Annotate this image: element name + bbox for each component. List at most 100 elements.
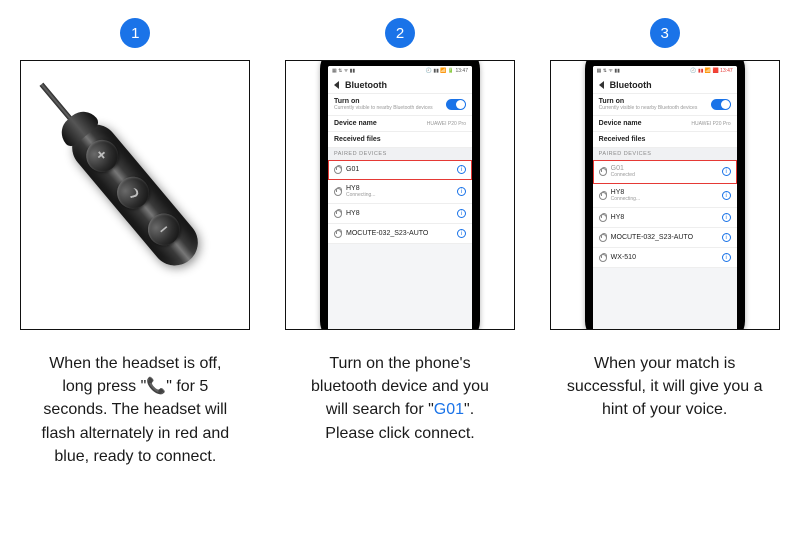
- back-icon[interactable]: [334, 81, 339, 89]
- bluetooth-toggle[interactable]: [446, 99, 466, 110]
- device-row[interactable]: WX-510 i: [593, 248, 737, 268]
- device-name-value: HUAWEI P20 Pro: [427, 121, 466, 127]
- status-right: 🕘 ▮▮ 📶 🟥 13:47: [690, 68, 732, 74]
- device-row[interactable]: G01 i: [328, 160, 472, 180]
- step-3: 3 ▦ ⇅ ᯤ ▮▮ 🕘 ▮▮ 📶 🟥 13:47 Bluetooth: [541, 18, 788, 330]
- device-status: Connected: [611, 172, 718, 178]
- headphones-icon: [599, 214, 607, 222]
- status-bar: ▦ ⇅ ᯤ ▮▮ 🕘 ▮▮ 📶 🔋 13:47: [328, 66, 472, 76]
- info-icon[interactable]: i: [722, 213, 731, 222]
- phone-call-icon: 📞: [146, 378, 166, 395]
- status-left: ▦ ⇅ ᯤ ▮▮: [332, 68, 355, 74]
- device-row[interactable]: HY8 i: [593, 208, 737, 228]
- device-name-row[interactable]: Device name HUAWEI P20 Pro: [328, 116, 472, 132]
- phone-mock-search: ▦ ⇅ ᯤ ▮▮ 🕘 ▮▮ 📶 🔋 13:47 Bluetooth Turn o…: [320, 60, 480, 330]
- info-icon[interactable]: i: [722, 191, 731, 200]
- device-row[interactable]: HY8 i: [328, 204, 472, 224]
- back-icon[interactable]: [599, 81, 604, 89]
- device-list: G01iHY8Connecting...iHY8iMOCUTE-032_S23-…: [328, 160, 472, 244]
- info-icon[interactable]: i: [457, 187, 466, 196]
- turn-on-sub: Currently visible to nearby Bluetooth de…: [334, 105, 433, 111]
- step-badge-2: 2: [385, 18, 415, 48]
- device-name: HY8: [611, 214, 718, 221]
- headphones-icon: [599, 234, 607, 242]
- device-name: HY8Connecting...: [611, 189, 718, 202]
- headphones-icon: [334, 166, 342, 174]
- device-row[interactable]: MOCUTE-032_S23-AUTO i: [328, 224, 472, 244]
- info-icon[interactable]: i: [722, 253, 731, 262]
- received-files-row[interactable]: Received files: [593, 132, 737, 148]
- turn-on-label: Turn on: [599, 98, 698, 105]
- device-name: HY8Connecting...: [346, 185, 453, 198]
- device-name: MOCUTE-032_S23-AUTO: [346, 230, 453, 237]
- device-name: HY8: [346, 210, 453, 217]
- device-name: WX-510: [611, 254, 718, 261]
- device-row[interactable]: G01Connected i: [593, 160, 737, 184]
- device-row[interactable]: HY8Connecting... i: [328, 180, 472, 204]
- bluetooth-toggle[interactable]: [711, 99, 731, 110]
- received-files-label: Received files: [334, 136, 381, 143]
- device-row[interactable]: HY8Connecting... i: [593, 184, 737, 208]
- step-badge-1: 1: [120, 18, 150, 48]
- info-icon[interactable]: i: [722, 233, 731, 242]
- device-status: Connecting...: [611, 196, 718, 202]
- caption-2-highlight: G01: [434, 401, 464, 418]
- turn-on-row[interactable]: Turn on Currently visible to nearby Blue…: [593, 94, 737, 116]
- device-name: G01: [346, 166, 453, 173]
- device-name-value: HUAWEI P20 Pro: [691, 121, 730, 127]
- step-badge-3: 3: [650, 18, 680, 48]
- headphones-icon: [334, 210, 342, 218]
- earpiece: [648, 60, 682, 61]
- device-name: G01Connected: [611, 165, 718, 178]
- device-name-label: Device name: [334, 120, 377, 127]
- device-row[interactable]: MOCUTE-032_S23-AUTO i: [593, 228, 737, 248]
- caption-3: When your match is successful, it will g…: [565, 352, 765, 468]
- headset-remote: + –: [20, 60, 250, 330]
- illustration-3: ▦ ⇅ ᯤ ▮▮ 🕘 ▮▮ 📶 🟥 13:47 Bluetooth Turn o…: [550, 60, 780, 330]
- screen-title: Bluetooth: [345, 80, 387, 90]
- device-name: MOCUTE-032_S23-AUTO: [611, 234, 718, 241]
- screen: ▦ ⇅ ᯤ ▮▮ 🕘 ▮▮ 📶 🟥 13:47 Bluetooth Turn o…: [593, 66, 737, 330]
- phone-mock-connected: ▦ ⇅ ᯤ ▮▮ 🕘 ▮▮ 📶 🟥 13:47 Bluetooth Turn o…: [585, 60, 745, 330]
- headphones-icon: [599, 254, 607, 262]
- illustration-1: + –: [20, 60, 250, 330]
- headphones-icon: [334, 230, 342, 238]
- step-1: 1 + –: [12, 18, 259, 330]
- info-icon[interactable]: i: [722, 167, 731, 176]
- status-left: ▦ ⇅ ᯤ ▮▮: [597, 68, 620, 74]
- headphones-icon: [599, 168, 607, 176]
- title-bar: Bluetooth: [328, 76, 472, 94]
- paired-header: PAIRED DEVICES: [593, 148, 737, 160]
- turn-on-row[interactable]: Turn on Currently visible to nearby Blue…: [328, 94, 472, 116]
- screen: ▦ ⇅ ᯤ ▮▮ 🕘 ▮▮ 📶 🔋 13:47 Bluetooth Turn o…: [328, 66, 472, 330]
- status-bar: ▦ ⇅ ᯤ ▮▮ 🕘 ▮▮ 📶 🟥 13:47: [593, 66, 737, 76]
- captions-row: When the headset is off, long press "📞" …: [0, 330, 800, 468]
- headphones-icon: [334, 188, 342, 196]
- info-icon[interactable]: i: [457, 165, 466, 174]
- device-list: G01ConnectediHY8Connecting...iHY8iMOCUTE…: [593, 160, 737, 268]
- volume-up-button: +: [80, 133, 125, 178]
- illustration-2: ▦ ⇅ ᯤ ▮▮ 🕘 ▮▮ 📶 🔋 13:47 Bluetooth Turn o…: [285, 60, 515, 330]
- headphones-icon: [599, 192, 607, 200]
- turn-on-sub: Currently visible to nearby Bluetooth de…: [599, 105, 698, 111]
- device-name-label: Device name: [599, 120, 642, 127]
- caption-1: When the headset is off, long press "📞" …: [35, 352, 235, 468]
- info-icon[interactable]: i: [457, 209, 466, 218]
- device-name-row[interactable]: Device name HUAWEI P20 Pro: [593, 116, 737, 132]
- received-files-label: Received files: [599, 136, 646, 143]
- received-files-row[interactable]: Received files: [328, 132, 472, 148]
- phone-call-icon: [128, 187, 139, 198]
- step-2: 2 ▦ ⇅ ᯤ ▮▮ 🕘 ▮▮ 📶 🔋 13:47 Bluetooth: [277, 18, 524, 330]
- turn-on-label: Turn on: [334, 98, 433, 105]
- screen-title: Bluetooth: [610, 80, 652, 90]
- earpiece: [383, 60, 417, 61]
- volume-down-button: –: [142, 207, 187, 252]
- status-right: 🕘 ▮▮ 📶 🔋 13:47: [426, 68, 468, 74]
- steps-row: 1 + – 2 ▦ ⇅ ᯤ ▮▮ 🕘 ▮▮ 📶: [0, 0, 800, 330]
- paired-header: PAIRED DEVICES: [328, 148, 472, 160]
- device-status: Connecting...: [346, 192, 453, 198]
- call-button: [111, 170, 156, 215]
- title-bar: Bluetooth: [593, 76, 737, 94]
- caption-2: Turn on the phone's bluetooth device and…: [300, 352, 500, 468]
- info-icon[interactable]: i: [457, 229, 466, 238]
